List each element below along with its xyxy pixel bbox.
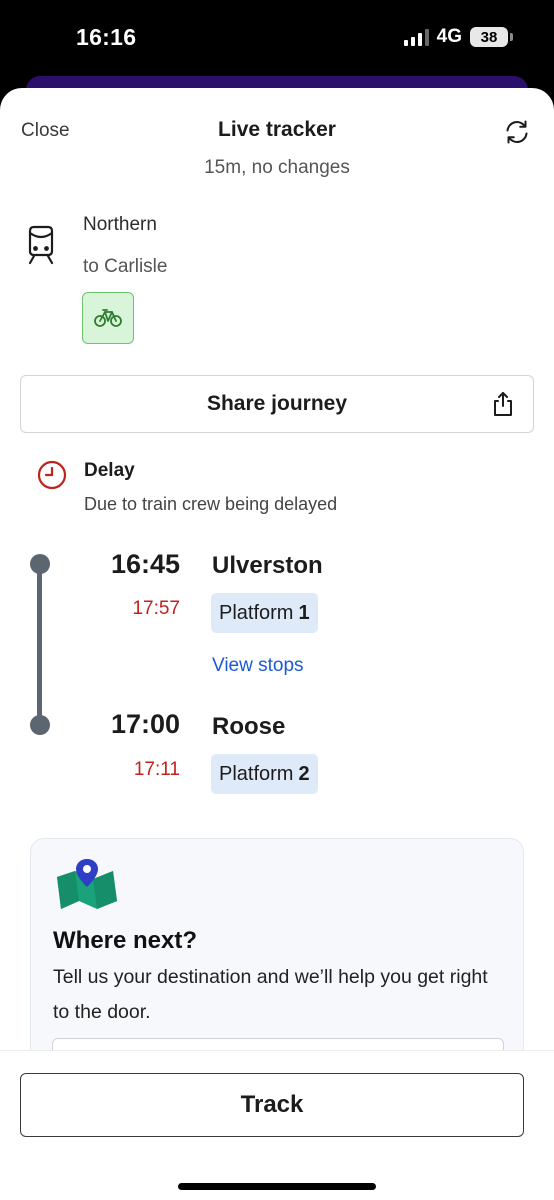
- battery-icon: 38: [470, 27, 513, 47]
- status-indicators: 4G 38: [403, 26, 513, 48]
- signal-icon: [403, 28, 429, 46]
- view-stops-link[interactable]: View stops: [212, 655, 304, 677]
- destination-station: Roose: [212, 713, 286, 740]
- platform-label: Platform: [219, 601, 294, 624]
- origin-platform-badge: Platform 1: [211, 593, 318, 633]
- bicycle-icon: [94, 309, 122, 327]
- train-icon: [28, 225, 54, 265]
- where-next-title: Where next?: [53, 927, 198, 954]
- scheduled-arrival-time: 17:00: [110, 709, 180, 739]
- share-journey-button[interactable]: Share journey: [20, 375, 534, 433]
- share-journey-label: Share journey: [206, 392, 348, 415]
- delay-title: Delay: [84, 460, 135, 481]
- network-type: 4G: [436, 26, 462, 47]
- map-pin-icon: [57, 859, 117, 909]
- refresh-icon[interactable]: [503, 118, 531, 146]
- status-time: 16:16: [76, 24, 137, 50]
- clock-icon: [37, 460, 67, 490]
- service-destination: to Carlisle: [83, 256, 168, 277]
- scheduled-departure-time: 16:45: [110, 549, 180, 579]
- expected-departure-time: 17:57: [132, 598, 180, 619]
- expected-arrival-time: 17:11: [133, 759, 180, 780]
- platform-number: 1: [298, 601, 310, 624]
- journey-summary: 15m, no changes: [204, 157, 350, 178]
- destination-platform-badge: Platform 2: [211, 754, 318, 794]
- where-next-description: Tell us your destination and we’ll help …: [53, 966, 488, 1023]
- operator-name: Northern: [83, 214, 157, 235]
- bike-badge: [82, 292, 134, 344]
- share-icon: [494, 392, 512, 416]
- track-button[interactable]: Track: [20, 1073, 524, 1137]
- delay-reason: Due to train crew being delayed: [84, 494, 338, 514]
- platform-label: Platform: [219, 762, 294, 785]
- page-title: Live tracker: [218, 118, 336, 141]
- platform-number: 2: [298, 762, 310, 785]
- timeline-line: [37, 563, 42, 726]
- home-indicator[interactable]: [178, 1183, 376, 1190]
- status-bar: 16:16 4G 38: [0, 0, 554, 78]
- bottom-action-bar: Track: [0, 1050, 554, 1200]
- origin-station: Ulverston: [212, 552, 323, 579]
- live-tracker-sheet: Close Live tracker 15m, no changes North…: [0, 88, 554, 1200]
